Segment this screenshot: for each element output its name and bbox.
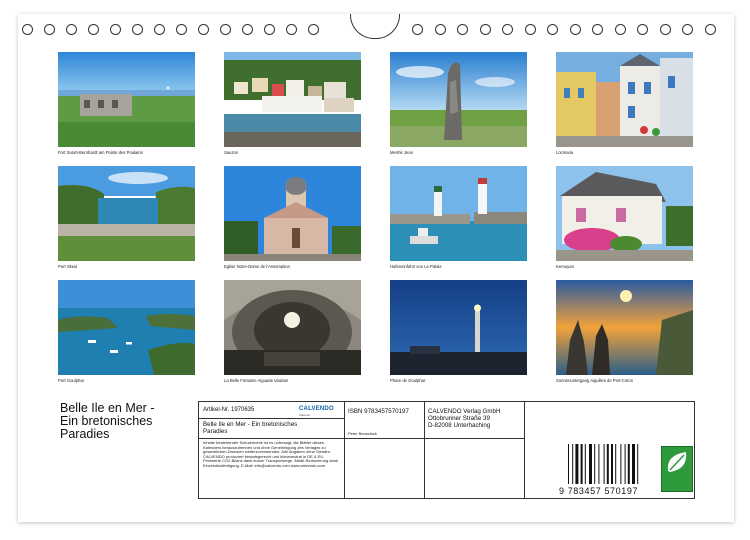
info-publisher-column: CALVENDO Verlag GmbH Ottobrunner Straße … <box>324 402 525 498</box>
photo-le-palais <box>390 166 527 261</box>
photo-card: Port Skeul <box>58 166 195 269</box>
binding-ring <box>220 24 231 35</box>
binding-ring <box>242 24 253 35</box>
binding-ring <box>286 24 297 35</box>
photo-card: Fort Sarah-Bernhardt am Pointe des Poula… <box>58 52 195 155</box>
binding-ring <box>434 24 446 35</box>
photo-caption: La Belle Fontaine Aiguade Vauban <box>224 378 289 383</box>
photo-card: Sauzon <box>224 52 361 155</box>
product-title-line: Belle Ile en Mer - Ein bretonisches <box>203 421 298 428</box>
photo-card: Port Goulphar <box>58 280 195 383</box>
eco-label: eco <box>661 446 713 492</box>
binding-ring <box>659 24 671 35</box>
photo-card: Sonnenuntergang Aiguilles de Port-Coton <box>556 280 693 383</box>
photo-caption: Sonnenuntergang Aiguilles de Port-Coton <box>556 378 634 383</box>
publisher-city: D-82008 Unterhaching <box>428 422 491 429</box>
binding-ring <box>457 24 468 35</box>
calvendo-logo: CALVENDO <box>299 406 334 412</box>
product-title-line: Paradies <box>203 428 228 436</box>
binding-ring <box>569 24 581 35</box>
photo-phare-goulphar <box>390 280 527 375</box>
binding-ring <box>44 24 55 35</box>
binding-ring <box>412 24 423 35</box>
calendar-back-page: Fort Sarah-Bernhardt am Pointe des Poula… <box>18 14 734 522</box>
calvendo-logo-sub: Kalender <box>299 413 311 417</box>
binding-ring <box>547 24 558 35</box>
photo-caption: Port Skeul <box>58 264 78 269</box>
binding-ring <box>110 24 121 35</box>
photo-locmaria <box>556 52 693 147</box>
photo-aiguilles <box>556 280 693 375</box>
binding-ring <box>637 24 648 35</box>
photo-eglise <box>224 166 361 261</box>
photo-card: Eglise Notre-Dame de l'Assomption <box>224 166 361 269</box>
photo-card: Kerouyan <box>556 166 693 269</box>
calendar-title: Belle Ile en Mer - Ein bretonisches Para… <box>60 402 210 441</box>
binding-ring <box>198 24 209 35</box>
photo-caption: Kerouyan <box>556 264 574 269</box>
author: Peter Benschick <box>348 431 377 436</box>
binding-ring <box>154 24 165 35</box>
binding-ring <box>66 24 77 35</box>
binding-ring <box>682 24 693 35</box>
article-number: Artikel-Nr. 1970635 <box>203 407 255 413</box>
photo-menhir <box>390 52 527 147</box>
binding-ring <box>88 24 99 35</box>
photo-caption: Sauzon <box>224 150 239 155</box>
photo-kerouyan <box>556 166 693 261</box>
photo-card: Menhir Jean <box>390 52 527 155</box>
binding-ring <box>176 24 187 35</box>
barcode-number: 9 783457 570197 <box>559 486 639 496</box>
leaf-icon <box>667 452 687 472</box>
photo-caption: Locmaria <box>556 150 574 155</box>
legal-text: Inhalte bestehender Schutzrechte ist es … <box>203 440 338 468</box>
binding-ring <box>592 24 603 35</box>
photo-port-skeul <box>58 166 195 261</box>
binding-ring <box>524 24 536 35</box>
binding-ring <box>132 24 143 35</box>
calendar-title-line: Paradies <box>60 427 110 441</box>
photo-sauzon <box>224 52 361 147</box>
isbn: ISBN 9783457570197 <box>348 408 409 415</box>
photo-caption: Hafeneinfahrt von Le Palais <box>390 264 442 269</box>
photo-card: La Belle Fontaine Aiguade Vauban <box>224 280 361 383</box>
binding-ring <box>22 24 33 35</box>
photo-card: Phare de Goulphar <box>390 280 527 383</box>
photo-card: Hafeneinfahrt von Le Palais <box>390 166 527 269</box>
binding-ring <box>614 24 626 35</box>
photo-caption: Eglise Notre-Dame de l'Assomption <box>224 264 290 269</box>
binding-ring <box>264 24 275 35</box>
info-article-column: Artikel-Nr. 1970635 CALVENDO Kalender Be… <box>199 402 345 498</box>
photo-caption: Port Goulphar <box>58 378 85 383</box>
photo-port-goulphar <box>58 280 195 375</box>
photo-card: Locmaria <box>556 52 693 155</box>
info-isbn-column: ISBN 9783457570197 Peter Benschick <box>344 402 425 498</box>
eco-label-text: eco <box>701 481 713 488</box>
photo-belle-fontaine <box>224 280 361 375</box>
binding-ring <box>479 24 491 35</box>
binding-ring <box>502 24 513 35</box>
photo-fort <box>58 52 195 147</box>
binding-ring <box>704 24 716 35</box>
photo-caption: Phare de Goulphar <box>390 378 426 383</box>
photo-caption: Fort Sarah-Bernhardt am Pointe des Poula… <box>58 150 143 155</box>
product-title: Belle Ile en Mer - Ein bretonisches Para… <box>203 421 341 435</box>
product-info-box: Artikel-Nr. 1970635 CALVENDO Kalender Be… <box>198 401 713 499</box>
binding-ring <box>308 24 319 35</box>
photo-caption: Menhir Jean <box>390 150 414 155</box>
barcode <box>567 444 653 484</box>
